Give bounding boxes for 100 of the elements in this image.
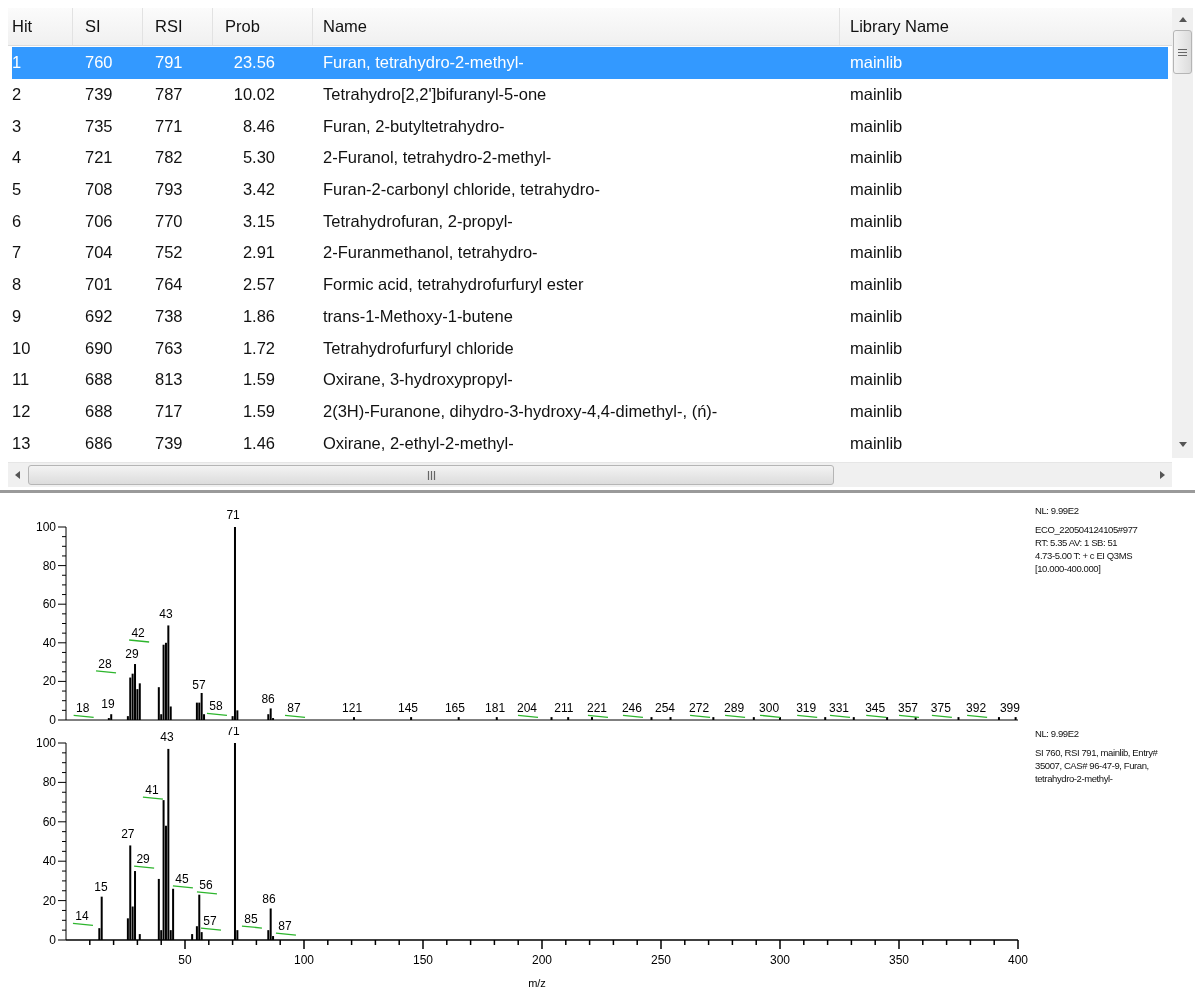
table-cell: Furan-2-carbonyl chloride, tetrahydro- — [323, 180, 600, 200]
table-cell: 3.42 — [242, 180, 275, 200]
spectrum-info-text: ECO_220504124105#977 — [1035, 523, 1139, 536]
column-header[interactable]: Name — [313, 8, 840, 45]
spectrum-info-text: 4.73-5.00 T: + c EI Q3MS — [1035, 549, 1134, 562]
table-cell: 10 — [12, 338, 31, 358]
table-row[interactable]: 2 739 787 10.02 Tetrahydro[2,2']bifuranyl-5-one mainlib — [12, 78, 1168, 111]
table-row[interactable]: 8 701 764 2.57 Formic acid, tetrahydrofurfuryl ester mainlib — [12, 268, 1168, 301]
table-cell: 704 — [85, 243, 113, 263]
table-cell: 688 — [85, 401, 113, 421]
column-header[interactable]: RSI — [143, 8, 213, 45]
column-header[interactable]: Prob — [213, 8, 313, 45]
table-cell: mainlib — [850, 180, 903, 200]
axis-tick-label: 150 — [413, 953, 433, 967]
table-cell: 5 — [12, 180, 22, 200]
table-cell: mainlib — [850, 338, 903, 358]
table-cell: 787 — [155, 85, 183, 105]
peak-label: 57 — [203, 914, 217, 929]
table-cell: 1.86 — [242, 306, 275, 326]
table-cell: 690 — [85, 338, 113, 358]
table-cell: 760 — [85, 53, 113, 73]
table-cell: 1.59 — [242, 370, 275, 390]
column-header[interactable]: Hit — [8, 8, 73, 45]
axis-tick-label: 20 — [42, 893, 56, 908]
table-cell: mainlib — [850, 243, 903, 263]
axis-tick-label: 40 — [42, 854, 56, 869]
table-cell: 701 — [85, 275, 113, 295]
spectrum-info-text: NL: 9.99E2 — [1035, 727, 1080, 740]
peak-label: 165 — [444, 701, 465, 716]
peak-label: 43 — [159, 606, 173, 621]
table-cell: 738 — [155, 306, 183, 326]
peak-label: 87 — [287, 701, 301, 716]
table-cell: 2(3H)-Furanone, dihydro-3-hydroxy-4,4-dimethyl-, (ń)- — [323, 401, 718, 421]
table-cell: 793 — [155, 180, 183, 200]
peak-label: 71 — [226, 727, 240, 739]
table-cell: mainlib — [850, 401, 903, 421]
table-cell: 2 — [12, 85, 22, 105]
table-cell: mainlib — [850, 53, 903, 73]
table-cell: 10.02 — [233, 85, 275, 105]
table-cell: 4 — [12, 148, 22, 168]
table-row[interactable]: 6 706 770 3.15 Tetrahydrofuran, 2-propyl- mainlib — [12, 205, 1168, 238]
peak-label: 29 — [136, 852, 150, 867]
axis-title: m/z — [528, 977, 546, 989]
table-row[interactable]: 5 708 793 3.42 Furan-2-carbonyl chloride, tetrahydro- mainlib — [12, 173, 1168, 206]
peak-label: 221 — [586, 701, 607, 716]
table-cell: 5.30 — [242, 148, 275, 168]
table-row[interactable]: 11 688 813 1.59 Oxirane, 3-hydroxypropyl- mainlib — [12, 363, 1168, 396]
peak-label: 375 — [930, 701, 951, 716]
peak-label: 319 — [796, 701, 817, 716]
table-cell: 1.72 — [242, 338, 275, 358]
column-header[interactable]: Library Name — [840, 8, 1172, 45]
axis-tick-label: 80 — [42, 558, 56, 573]
spectrum-info-text: RT: 5.35 AV: 1 SB: 51 — [1035, 536, 1119, 549]
table-cell: 688 — [85, 370, 113, 390]
table-cell: 770 — [155, 211, 183, 231]
peak-label: 41 — [145, 783, 159, 798]
spectrum-info-text: SI 760, RSI 791, mainlib, Entry# 35007, CAS# 96-47-9, Furan, tetrahydro-2-methyl- — [1035, 746, 1158, 785]
table-cell: 7 — [12, 243, 22, 263]
axis-tick-label: 200 — [532, 953, 552, 967]
axis-tick-label: 100 — [294, 953, 314, 967]
table-cell: mainlib — [850, 306, 903, 326]
table-cell: 708 — [85, 180, 113, 200]
table-cell: 2-Furanmethanol, tetrahydro- — [323, 243, 538, 263]
table-cell: mainlib — [850, 211, 903, 231]
peak-label: 87 — [278, 919, 292, 934]
table-cell: 1 — [12, 53, 22, 73]
table-cell: mainlib — [850, 116, 903, 136]
peak-label: 15 — [94, 879, 108, 894]
table-row[interactable]: 10 690 763 1.72 Tetrahydrofurfuryl chloride mainlib — [12, 332, 1168, 364]
table-cell: Oxirane, 2-ethyl-2-methyl- — [323, 433, 514, 453]
table-cell: 12 — [12, 401, 31, 421]
table-cell: 2-Furanol, tetrahydro-2-methyl- — [323, 148, 552, 168]
table-cell: 739 — [155, 433, 183, 453]
table-row[interactable]: 3 735 771 8.46 Furan, 2-butyltetrahydro- mainlib — [12, 110, 1168, 143]
table-cell: trans-1-Methoxy-1-butene — [323, 306, 513, 326]
axis-tick-label: 60 — [42, 597, 56, 612]
table-cell: 752 — [155, 243, 183, 263]
axis-tick-label: 350 — [889, 953, 909, 967]
table-row[interactable]: 13 686 739 1.46 Oxirane, 2-ethyl-2-methyl- mainlib — [12, 427, 1168, 459]
table-cell: Tetrahydro[2,2']bifuranyl-5-one — [323, 85, 547, 105]
table-cell: 3 — [12, 116, 22, 136]
table-cell: 1.46 — [242, 433, 275, 453]
peak-label: 246 — [621, 701, 642, 716]
table-row[interactable]: 9 692 738 1.86 trans-1-Methoxy-1-butene mainlib — [12, 300, 1168, 333]
table-cell: Furan, 2-butyltetrahydro- — [323, 116, 505, 136]
table-row[interactable]: 12 688 717 1.59 2(3H)-Furanone, dihydro-3-hydroxy-4,4-dimethyl-, (ń)- mainlib — [12, 395, 1168, 428]
column-header[interactable]: SI — [73, 8, 143, 45]
table-row[interactable]: 4 721 782 5.30 2-Furanol, tetrahydro-2-methyl- mainlib — [12, 142, 1168, 174]
table-cell: 739 — [85, 85, 113, 105]
table-cell: Tetrahydrofuran, 2-propyl- — [323, 211, 513, 231]
table-cell: mainlib — [850, 148, 903, 168]
table-cell: 721 — [85, 148, 113, 168]
peak-label: 357 — [898, 701, 919, 716]
table-cell: 692 — [85, 306, 113, 326]
peak-label: 43 — [160, 730, 174, 745]
table-row[interactable]: 7 704 752 2.91 2-Furanmethanol, tetrahydro- mainlib — [12, 237, 1168, 269]
peak-label: 19 — [101, 697, 115, 712]
table-cell: 791 — [155, 53, 183, 73]
peak-label: 71 — [226, 508, 240, 523]
axis-tick-label: 400 — [1008, 953, 1028, 967]
